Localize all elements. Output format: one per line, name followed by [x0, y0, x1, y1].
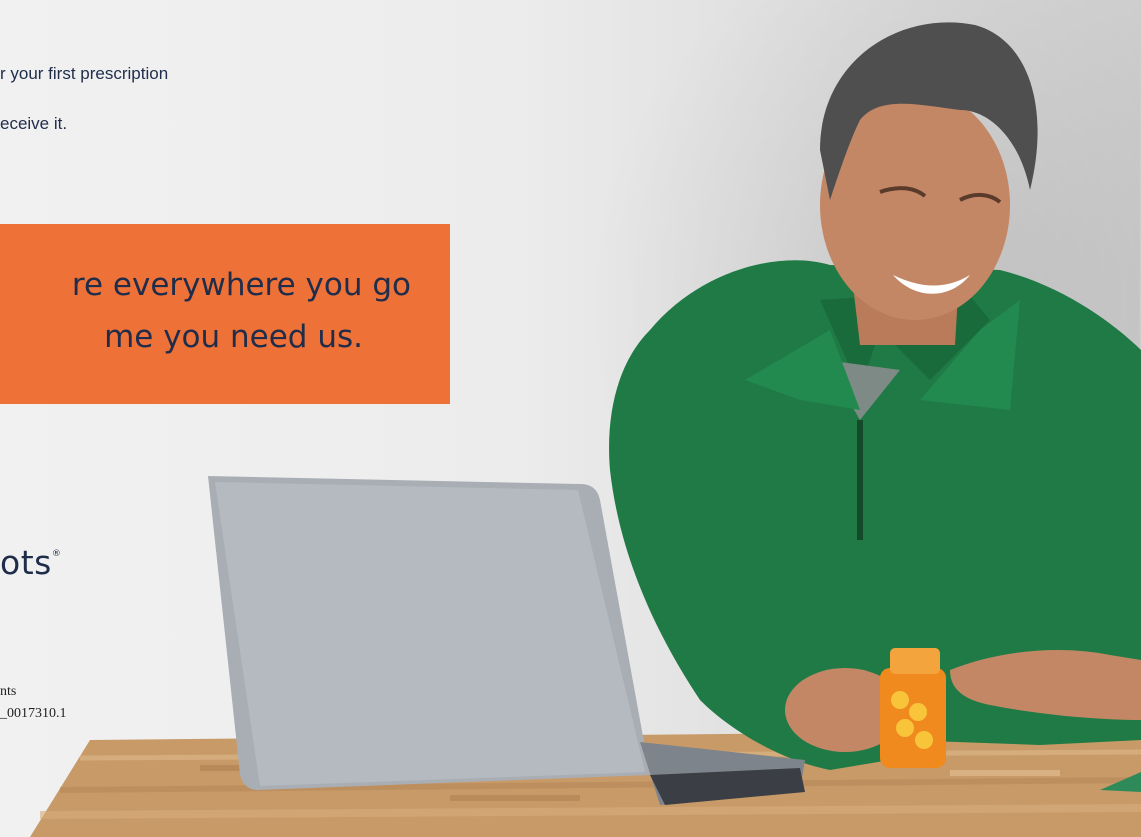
ad-photo: r your first prescription eceive it. re … [0, 0, 1141, 837]
person [609, 22, 1141, 770]
photo-scene-illustration [30, 22, 1141, 837]
